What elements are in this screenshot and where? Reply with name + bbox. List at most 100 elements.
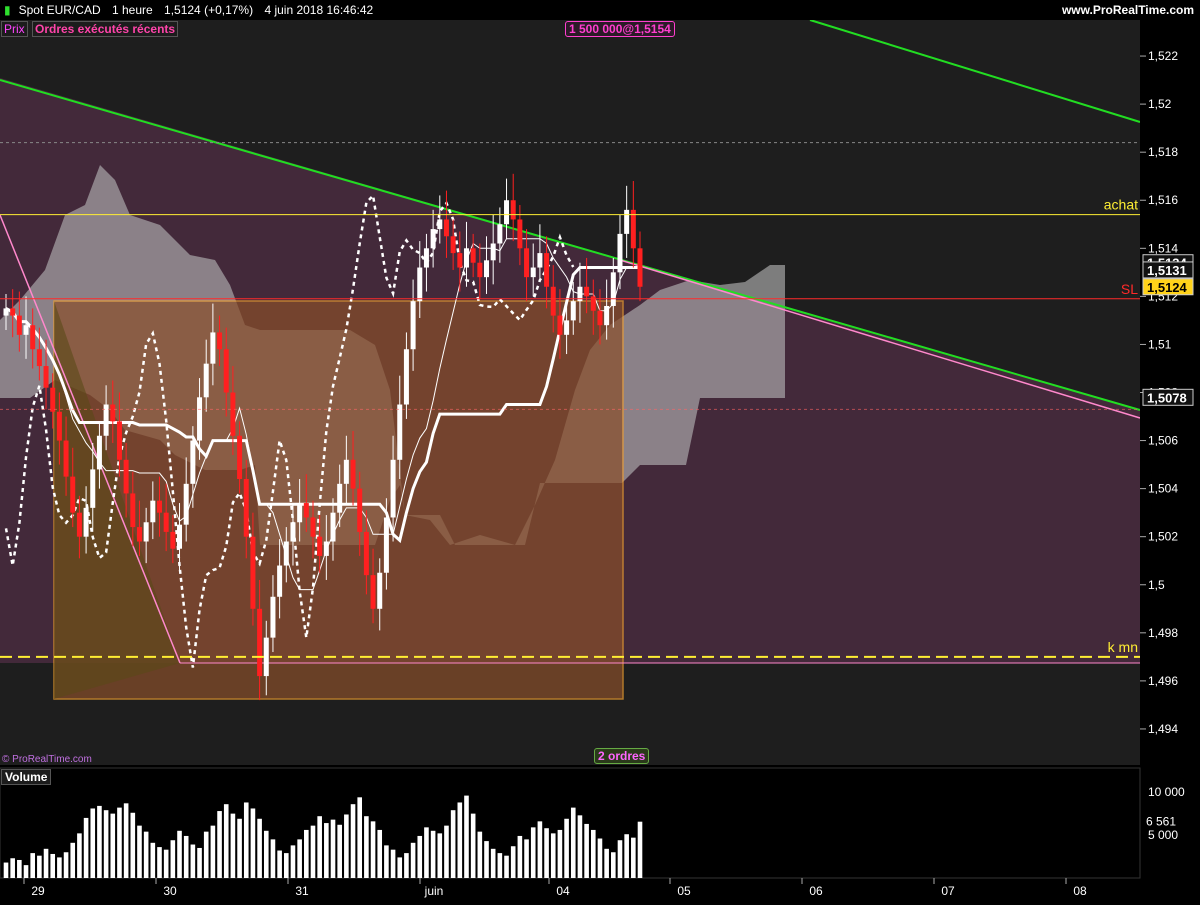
volume-bar <box>77 833 82 878</box>
candle-body <box>290 522 296 542</box>
x-tick-label: 05 <box>677 884 691 898</box>
candle-body <box>490 243 496 261</box>
candle-body <box>524 248 530 278</box>
price-axis: 1,5221,521,5181,5161,5141,5121,511,5081,… <box>1140 20 1200 768</box>
candle-body <box>10 308 16 316</box>
order-count-tag[interactable]: 2 ordres <box>594 748 650 764</box>
volume-bar <box>617 840 623 878</box>
volume-title[interactable]: Volume <box>1 769 52 785</box>
volume-bar <box>497 853 503 878</box>
candle-body <box>163 512 169 532</box>
level-label: k mn <box>1108 639 1138 655</box>
y-tick-label: 1,52 <box>1148 97 1172 111</box>
candle-body <box>504 200 510 225</box>
candle-body <box>443 219 449 237</box>
candle-body <box>76 512 82 537</box>
volume-bar <box>230 813 236 878</box>
candle-body <box>544 253 550 287</box>
candle-body <box>116 421 122 460</box>
volume-bar <box>631 837 636 878</box>
candle-body <box>597 310 603 326</box>
timeframe[interactable]: 1 heure <box>112 3 153 17</box>
x-tick-label: 30 <box>163 884 177 898</box>
volume-bar <box>404 853 409 878</box>
volume-bar <box>10 858 15 878</box>
volume-bar <box>590 829 596 878</box>
volume-bar <box>117 807 122 878</box>
candle-body <box>243 479 249 537</box>
volume-bar <box>150 842 156 878</box>
candle-body <box>510 200 516 220</box>
volume-bar <box>517 835 523 878</box>
candle-body <box>3 308 9 316</box>
volume-bar <box>250 808 256 878</box>
header-info: ▮ Spot EUR/CAD 1 heure 1,5124 (+0,17%) 4 … <box>4 0 381 20</box>
volume-bar <box>464 795 469 878</box>
volume-bar <box>70 842 76 878</box>
candle-body <box>570 301 576 321</box>
volume-bar <box>97 805 102 878</box>
candle-body <box>584 286 590 297</box>
candle-body <box>457 253 463 268</box>
candle-body <box>390 459 396 518</box>
candle-body <box>190 440 196 484</box>
candle-body <box>30 325 36 350</box>
volume-bar <box>550 833 556 878</box>
volume-bar <box>57 857 62 878</box>
candle-body <box>63 440 69 477</box>
candle-body <box>477 262 483 278</box>
volume-bar <box>410 842 416 878</box>
candle-body <box>317 536 323 556</box>
candle-body <box>217 332 223 350</box>
price-legend-tag[interactable]: Prix <box>1 21 28 37</box>
volume-bar <box>604 848 609 878</box>
header-datetime: 4 juin 2018 16:46:42 <box>264 3 374 17</box>
volume-bar <box>417 835 423 878</box>
candle-body <box>630 209 636 249</box>
candle-body <box>143 522 149 542</box>
candle-body <box>90 469 96 508</box>
volume-bar <box>257 818 262 878</box>
volume-bar <box>63 852 69 878</box>
candle-body <box>377 572 383 609</box>
candle-body <box>263 637 269 677</box>
volume-bar <box>330 819 336 878</box>
volume-bar <box>317 816 322 878</box>
order-top-tag[interactable]: 1 500 000@1,5154 <box>565 21 675 37</box>
volume-bar <box>30 853 35 878</box>
x-tick-label: juin <box>424 884 444 898</box>
volume-bar <box>624 834 629 878</box>
candle-body <box>16 315 22 335</box>
y-tick-label: 1,496 <box>1148 674 1178 688</box>
candle-body <box>343 459 349 484</box>
candle-body <box>156 500 162 513</box>
volume-bar <box>564 818 569 878</box>
volume-tick-label: 5 000 <box>1148 828 1178 842</box>
volume-bar <box>457 802 463 878</box>
volume-bar <box>190 844 196 878</box>
volume-bar <box>584 823 589 878</box>
candle-body <box>130 493 136 528</box>
candle-body <box>150 500 156 523</box>
candle-body <box>370 575 376 609</box>
volume-bar <box>377 829 383 878</box>
candle-body <box>70 476 76 513</box>
last-price: 1,5124 (+0,17%) <box>164 3 254 17</box>
orders-legend-tag[interactable]: Ordres exécutés récents <box>32 21 179 37</box>
candle-body <box>530 267 536 278</box>
price-chart: achatSLk mn 1,5221,521,5181,5161,5141,51… <box>0 0 1200 900</box>
instrument-name: Spot EUR/CAD <box>18 3 101 17</box>
up-arrow-icon: ▮ <box>4 3 11 17</box>
site-link[interactable]: www.ProRealTime.com <box>1062 0 1194 20</box>
candle-body <box>197 397 203 441</box>
volume-bar <box>43 848 49 878</box>
volume-bar <box>163 849 169 878</box>
candle-body <box>417 267 423 302</box>
candle-body <box>257 608 263 677</box>
y-tick-label: 1,514 <box>1148 241 1178 255</box>
candle-body <box>463 248 469 268</box>
candle-body <box>170 531 176 549</box>
candle-body <box>310 517 316 537</box>
candle-body <box>250 536 256 609</box>
y-tick-label: 1,502 <box>1148 530 1178 544</box>
